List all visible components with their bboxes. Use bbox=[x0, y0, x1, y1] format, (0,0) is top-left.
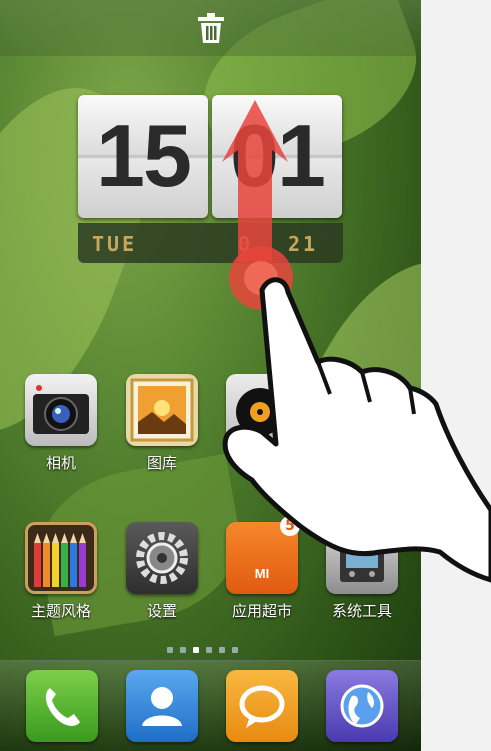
hand-pointer-icon bbox=[222, 277, 491, 583]
